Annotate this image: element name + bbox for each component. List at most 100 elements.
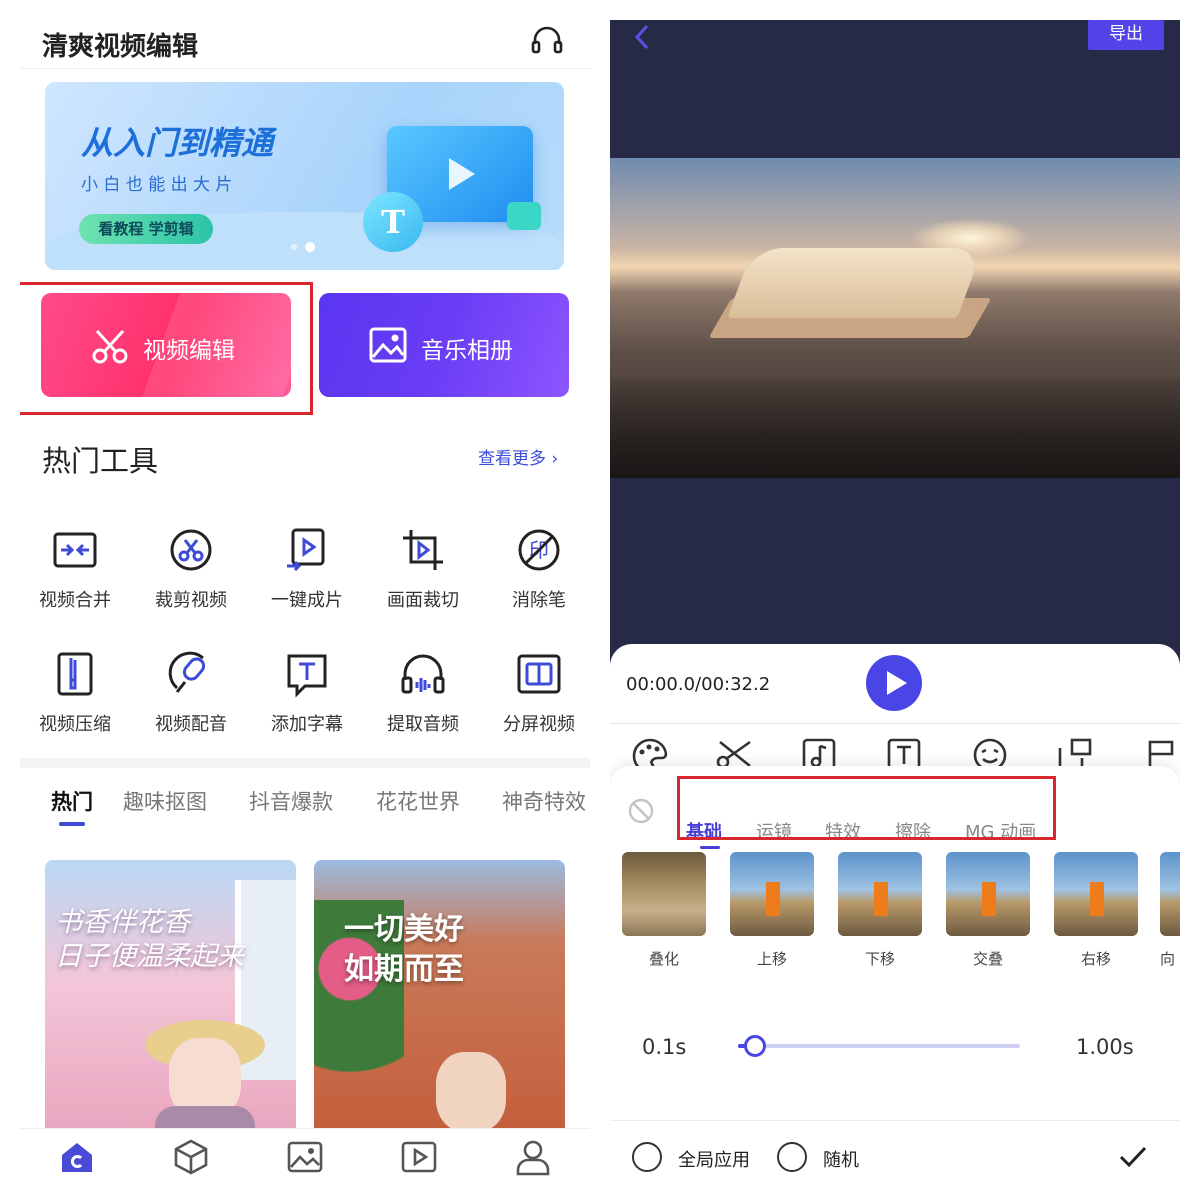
hot-tools-title: 热门工具 (42, 444, 159, 478)
template-cube-icon[interactable] (172, 1138, 210, 1176)
banner-subline: 小 白 也 能 出 大 片 (81, 175, 233, 195)
banner-headline: 从入门到精通 (81, 124, 274, 162)
section-divider (20, 758, 590, 768)
chevron-right-icon: › (551, 449, 559, 469)
transition-tab-indicator (700, 846, 720, 849)
lighthouse (874, 882, 888, 916)
card-face (436, 1052, 506, 1130)
tool-label: 画面裁切 (387, 590, 459, 611)
merge-icon (51, 526, 99, 574)
template-card[interactable]: 书香伴花香 日子便温柔起来 (45, 860, 296, 1130)
tool-label: 添加字幕 (271, 714, 343, 735)
banner-dot (291, 244, 297, 250)
tool-label: 视频压缩 (39, 714, 111, 735)
highlight-box-video-edit (20, 282, 313, 415)
confirm-check-icon[interactable] (1118, 1144, 1148, 1174)
highlight-box-transition-tabs (677, 776, 1056, 840)
gallery-icon[interactable] (286, 1138, 324, 1176)
eraser-pen-icon: 印 (515, 526, 563, 574)
card-shoulders (155, 1106, 255, 1130)
video-preview[interactable] (610, 158, 1180, 478)
transition-thumbnail (730, 852, 814, 936)
home-screen: 清爽视频编辑 从入门到精通 小 白 也 能 出 大 片 看教程 学剪辑 T 视频… (20, 0, 590, 1200)
apply-all-radio[interactable] (632, 1142, 662, 1172)
headphones-icon (399, 650, 447, 698)
tool-one-click[interactable]: 一键成片 (252, 526, 362, 612)
music-album-label: 音乐相册 (421, 338, 513, 364)
tool-crop[interactable]: 画面裁切 (368, 526, 478, 612)
transition-thumbnail (1160, 852, 1180, 936)
image-icon (369, 327, 407, 363)
tool-split-screen[interactable]: 分屏视频 (484, 650, 590, 736)
card-text-line2: 日子便温柔起来 (55, 941, 244, 972)
home-icon[interactable] (58, 1138, 96, 1176)
template-card[interactable]: 一切美好 如期而至 (314, 860, 565, 1130)
transition-move-up[interactable]: 上移 (730, 852, 814, 969)
tool-label: 分屏视频 (503, 714, 575, 735)
profile-icon[interactable] (514, 1138, 552, 1176)
app-title: 清爽视频编辑 (42, 32, 199, 62)
tool-extract-audio[interactable]: 提取音频 (368, 650, 478, 736)
crop-icon (399, 526, 447, 574)
transition-label: 右移 (1080, 950, 1111, 968)
tab-indicator (59, 822, 85, 826)
slider-min-label: 0.1s (642, 1035, 687, 1059)
tutorial-banner[interactable]: 从入门到精通 小 白 也 能 出 大 片 看教程 学剪辑 T (45, 82, 564, 270)
tool-label: 视频配音 (155, 714, 227, 735)
transition-overlap[interactable]: 交叠 (946, 852, 1030, 969)
transition-dissolve[interactable]: 叠化 (622, 852, 706, 969)
sand-shadow (610, 378, 1180, 478)
tool-label: 消除笔 (512, 590, 566, 611)
transition-move-down[interactable]: 下移 (838, 852, 922, 969)
tool-trim-video[interactable]: 裁剪视频 (136, 526, 246, 612)
tool-label: 提取音频 (387, 714, 459, 735)
transition-label: 向 (1160, 950, 1176, 968)
tool-label: 一键成片 (271, 590, 343, 611)
divider (610, 1120, 1180, 1121)
one-click-icon (283, 526, 331, 574)
tab-hot[interactable]: 热门 (51, 786, 93, 816)
transition-partial[interactable]: 向 (1160, 852, 1180, 969)
tool-subtitle[interactable]: 添加字幕 (252, 650, 362, 736)
lighthouse (982, 882, 996, 916)
banner-dot-active (305, 242, 315, 252)
tab-magic-effects[interactable]: 神奇特效 (502, 786, 586, 816)
lighthouse (1090, 882, 1104, 916)
random-label: 随机 (823, 1150, 859, 1171)
book-pages (727, 248, 983, 318)
tool-video-merge[interactable]: 视频合并 (20, 526, 130, 612)
editor-screen: 导出 00:00.0/00:32.2 基础 运镜 特效 擦除 MG 动画 叠化 … (610, 20, 1180, 1200)
tab-douyin-hits[interactable]: 抖音爆款 (249, 786, 333, 816)
tool-compress[interactable]: 视频压缩 (20, 650, 130, 736)
video-play-icon[interactable] (400, 1138, 438, 1176)
duration-slider-track[interactable] (738, 1044, 1020, 1048)
card-text-line1: 一切美好 (344, 912, 464, 947)
play-button[interactable] (866, 655, 922, 711)
export-button[interactable]: 导出 (1088, 20, 1164, 50)
lighthouse (766, 882, 780, 916)
transition-label: 上移 (756, 950, 787, 968)
duration-slider-thumb[interactable] (743, 1035, 766, 1057)
divider (610, 723, 1180, 724)
tool-dubbing[interactable]: 视频配音 (136, 650, 246, 736)
banner-clip-icon (507, 202, 541, 230)
transition-thumbnail (1054, 852, 1138, 936)
transition-label: 叠化 (648, 950, 679, 968)
banner-cta-button[interactable]: 看教程 学剪辑 (79, 214, 213, 244)
see-more-link[interactable]: 查看更多 › (478, 444, 558, 469)
split-screen-icon (515, 650, 563, 698)
tab-flower-world[interactable]: 花花世界 (376, 786, 460, 816)
tool-eraser-pen[interactable]: 印 消除笔 (484, 526, 590, 612)
subtitle-icon (283, 650, 331, 698)
transition-label: 下移 (864, 950, 895, 968)
banner-text-badge-icon: T (363, 192, 423, 252)
tab-fun-cutout[interactable]: 趣味抠图 (123, 786, 207, 816)
music-album-button[interactable]: 音乐相册 (319, 293, 569, 397)
transition-move-right[interactable]: 右移 (1054, 852, 1138, 969)
headset-icon[interactable] (530, 24, 564, 58)
chevron-left-icon[interactable] (632, 24, 652, 54)
card-text-line2: 如期而至 (344, 952, 464, 987)
random-radio[interactable] (777, 1142, 807, 1172)
none-icon[interactable] (628, 798, 654, 828)
see-more-label: 查看更多 (478, 449, 546, 469)
